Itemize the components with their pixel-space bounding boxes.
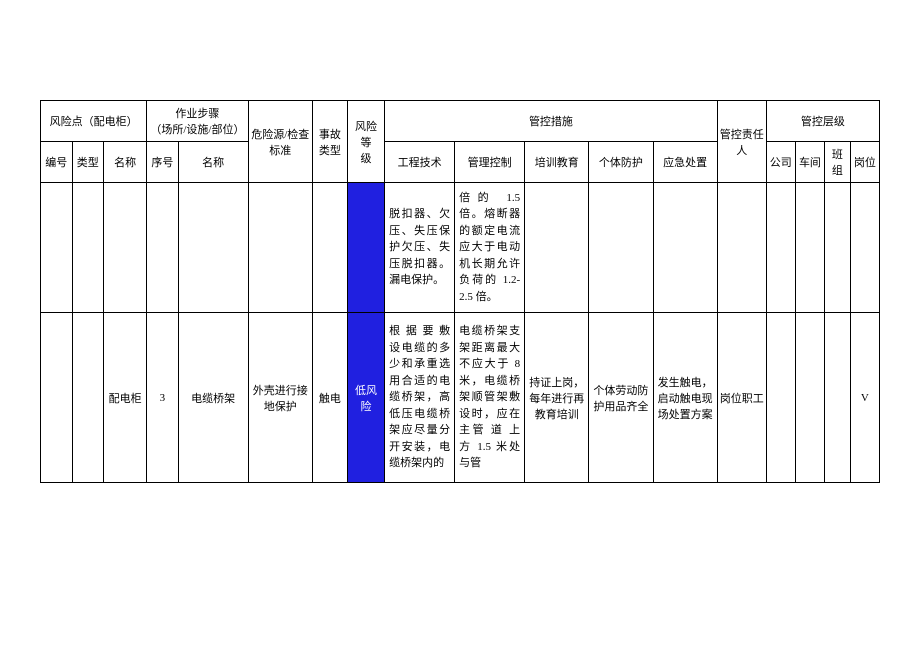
header-risk-point: 风险点（配电柜）: [41, 101, 147, 142]
risk-assessment-table: 风险点（配电柜） 作业步骤 （场所/设施/部位） 危险源/检查 标准 事故 类型…: [40, 100, 880, 483]
header-accident-type: 事故 类型: [312, 101, 347, 183]
header-ppe: 个体防护: [589, 142, 653, 183]
header-company: 公司: [766, 142, 795, 183]
header-risk-level: 风险等 级: [347, 101, 384, 183]
header-step-name: 名称: [178, 142, 248, 183]
post-mark-cell: V: [850, 313, 879, 483]
header-control-level: 管控层级: [766, 101, 879, 142]
emergency-cell: 发生触电，启动触电现场处置方案: [653, 313, 717, 483]
header-workshop: 车间: [795, 142, 824, 183]
risk-level-cell: [347, 183, 384, 313]
eng-tech-cell: 根 据 要 敷设电缆的多少和承重选用合适的电缆桥架，高低压电缆桥架应尽量分开安装…: [385, 313, 455, 483]
mgmt-ctrl-cell: 倍的 1.5 倍。熔断器的额定电流应大于电动机长期允许负荷的 1.2-2.5 倍…: [455, 183, 525, 313]
mgmt-ctrl-cell: 电缆桥架支架距离最大不应大于 8 米，电缆桥架顺管架敷设时，应在主管 道 上 方…: [455, 313, 525, 483]
header-eng-tech: 工程技术: [385, 142, 455, 183]
hazard-std-cell: 外壳进行接地保护: [248, 313, 312, 483]
header-control-person: 管控责任人: [717, 101, 766, 183]
header-id: 编号: [41, 142, 73, 183]
table-row: 脱扣器、欠压、失压保护欠压、失压脱扣器。漏电保护。 倍的 1.5 倍。熔断器的额…: [41, 183, 880, 313]
seq-cell: 3: [147, 313, 179, 483]
header-control-measures: 管控措施: [385, 101, 718, 142]
header-training: 培训教育: [525, 142, 589, 183]
header-type: 类型: [72, 142, 104, 183]
header-post: 岗位: [850, 142, 879, 183]
person-cell: 岗位职工: [717, 313, 766, 483]
header-team: 班组: [825, 142, 851, 183]
header-hazard-std: 危险源/检查 标准: [248, 101, 312, 183]
header-name: 名称: [104, 142, 147, 183]
name-cell: 配电柜: [104, 313, 147, 483]
step-name-cell: 电缆桥架: [178, 313, 248, 483]
header-emergency: 应急处置: [653, 142, 717, 183]
header-seq: 序号: [147, 142, 179, 183]
ppe-cell: 个体劳动防护用品齐全: [589, 313, 653, 483]
header-work-steps: 作业步骤 （场所/设施/部位）: [147, 101, 249, 142]
training-cell: 持证上岗，每年进行再教育培训: [525, 313, 589, 483]
eng-tech-cell: 脱扣器、欠压、失压保护欠压、失压脱扣器。漏电保护。: [385, 183, 455, 313]
table-row: 配电柜 3 电缆桥架 外壳进行接地保护 触电 低风险 根 据 要 敷设电缆的多少…: [41, 313, 880, 483]
accident-type-cell: 触电: [312, 313, 347, 483]
risk-level-cell: 低风险: [347, 313, 384, 483]
header-mgmt-ctrl: 管理控制: [455, 142, 525, 183]
